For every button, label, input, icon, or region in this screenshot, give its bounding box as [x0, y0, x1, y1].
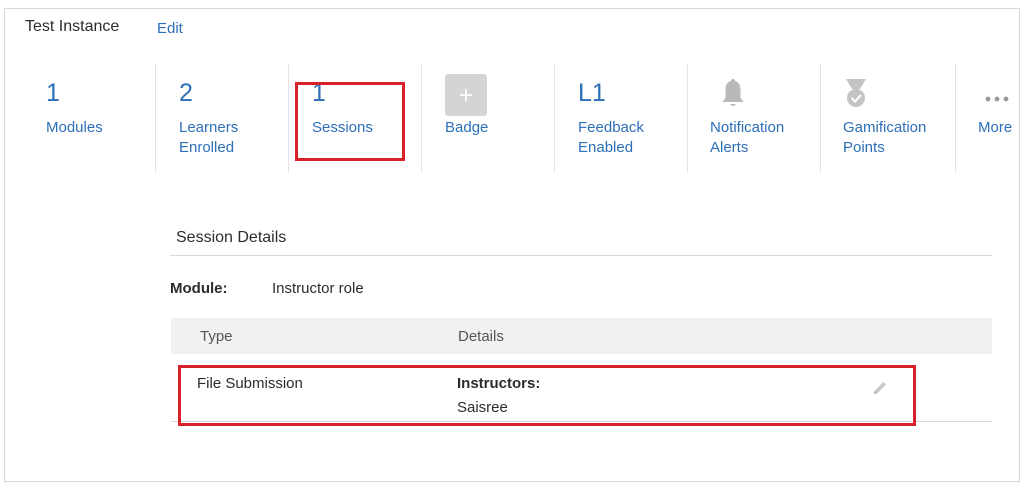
stat-notification-label: Notification Alerts: [710, 119, 785, 156]
stat-divider: [288, 64, 289, 172]
stat-feedback-level: L1: [578, 79, 606, 107]
instructors-label: Instructors:: [457, 375, 541, 392]
stat-modules-label: Modules: [46, 119, 103, 136]
stat-gamification-label: Gamification Points: [843, 119, 927, 156]
stat-divider: [820, 64, 821, 172]
stat-learners[interactable]: 2 Learners Enrolled: [179, 65, 279, 165]
stat-more-label: More: [978, 119, 1013, 136]
stat-gamification-points[interactable]: Gamification Points: [843, 65, 948, 165]
pencil-icon[interactable]: [872, 380, 888, 396]
module-value: Instructor role: [272, 280, 364, 297]
stat-sessions-label: Sessions: [312, 119, 373, 136]
medal-icon: [846, 79, 866, 107]
stat-sessions[interactable]: 1 Sessions: [312, 65, 402, 165]
stat-modules-count: 1: [46, 79, 60, 107]
divider: [170, 255, 992, 256]
stat-modules[interactable]: 1 Modules: [46, 65, 146, 165]
plus-icon: [445, 74, 487, 116]
session-details-title: Session Details: [176, 229, 287, 246]
stat-divider: [421, 64, 422, 172]
column-header-details: Details: [458, 328, 504, 345]
stat-divider: [554, 64, 555, 172]
stat-divider: [687, 64, 688, 172]
stat-feedback-label: Feedback Enabled: [578, 119, 644, 156]
stat-badge[interactable]: Badge: [445, 65, 545, 165]
stat-sessions-count: 1: [312, 79, 326, 107]
instructors-value: Saisree: [457, 399, 508, 416]
stat-notification-alerts[interactable]: Notification Alerts: [710, 65, 810, 165]
stat-divider: [955, 64, 956, 172]
stat-badge-label: Badge: [445, 119, 489, 136]
stat-feedback[interactable]: L1 Feedback Enabled: [578, 65, 678, 165]
module-label: Module:: [170, 280, 228, 297]
stat-learners-count: 2: [179, 79, 193, 107]
ellipsis-icon: [985, 96, 1009, 102]
edit-link[interactable]: Edit: [157, 20, 183, 37]
divider: [171, 421, 992, 422]
stat-learners-label: Learners Enrolled: [179, 119, 239, 156]
column-header-type: Type: [200, 328, 233, 345]
session-table-header: Type Details: [171, 318, 992, 354]
stat-more[interactable]: More: [978, 65, 1020, 165]
instance-title: Test Instance: [25, 18, 120, 35]
session-row-type: File Submission: [197, 375, 303, 392]
bell-icon: [722, 79, 744, 106]
stat-divider: [155, 64, 156, 172]
